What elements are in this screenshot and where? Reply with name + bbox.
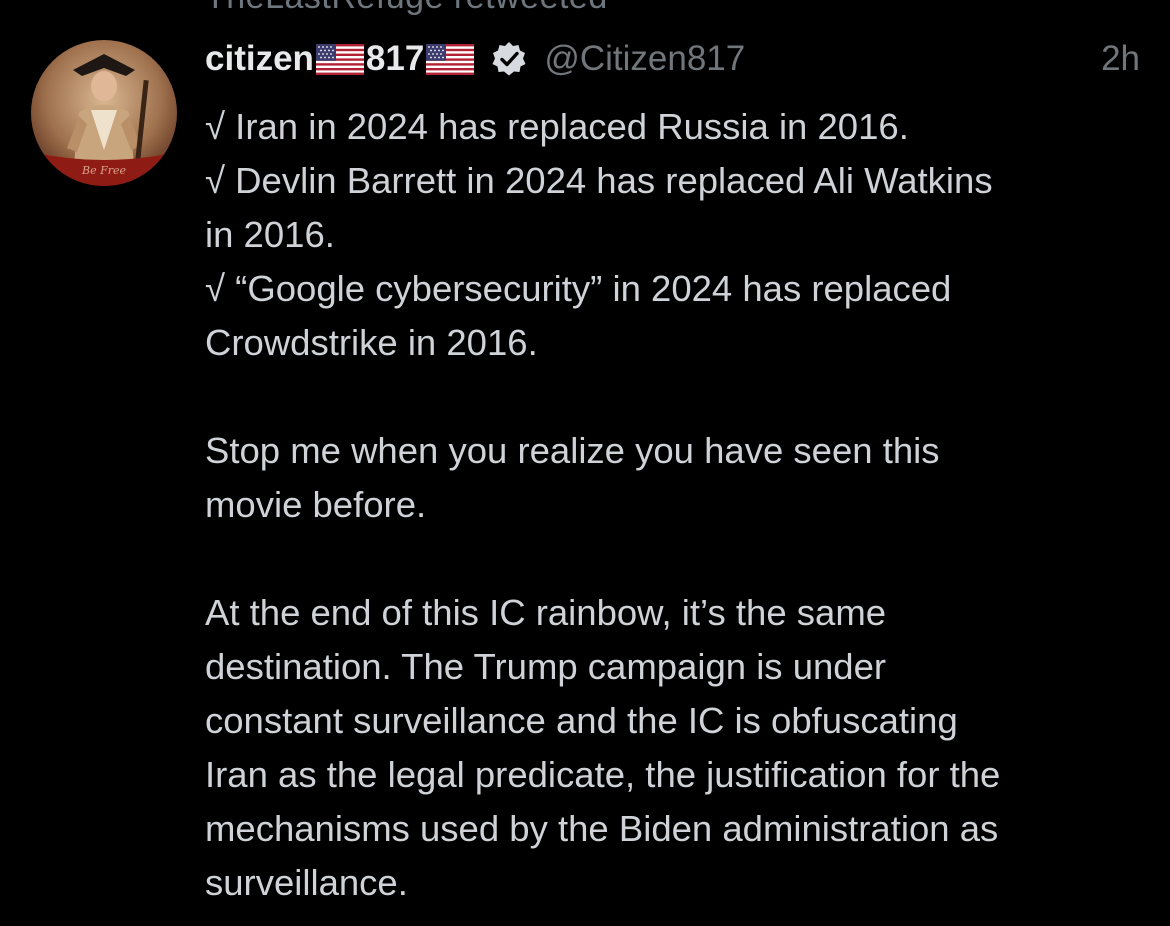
display-name-text: citizen [205, 39, 314, 78]
tweet-text-line: mechanisms used by the Biden administrat… [205, 808, 999, 849]
tweet-text-line: surveillance. [205, 862, 408, 903]
revolutionary-soldier-avatar-icon: Be Free [31, 40, 177, 186]
tweet-text-line: √ Iran in 2024 has replaced Russia in 20… [205, 106, 909, 147]
tweet-text-line: √ Devlin Barrett in 2024 has replaced Al… [205, 160, 993, 201]
tweet-text-line: Iran as the legal predicate, the justifi… [205, 754, 1001, 795]
display-name[interactable]: citizen 817 [205, 39, 476, 79]
tweet-text-line: Crowdstrike in 2016. [205, 322, 538, 363]
tweet-text-line: √ “Google cybersecurity” in 2024 has rep… [205, 268, 952, 309]
svg-text:Be Free: Be Free [81, 164, 126, 177]
tweet-text-line: destination. The Trump campaign is under [205, 646, 887, 687]
tweet-text-line: Stop me when you realize you have seen t… [205, 430, 940, 471]
tweet-text-line: in 2016. [205, 214, 335, 255]
tweet-timestamp[interactable]: 2h [1101, 39, 1140, 79]
tweet-text-line: constant surveillance and the IC is obfu… [205, 700, 958, 741]
us-flag-icon [426, 43, 475, 75]
tweet-text-line: At the end of this IC rainbow, it’s the … [205, 592, 887, 633]
tweet-text-line: movie before. [205, 484, 427, 525]
us-flag-icon [315, 43, 364, 75]
display-name-number: 817 [365, 39, 425, 78]
tweet-body: √ Iran in 2024 has replaced Russia in 20… [205, 100, 1155, 910]
author-handle[interactable]: @Citizen817 [544, 39, 745, 79]
tweet-header: citizen 817 @Citizen817 2h [205, 34, 1140, 84]
avatar[interactable]: Be Free [31, 40, 177, 186]
verified-badge-icon [490, 40, 528, 78]
retweet-context: TheLastRefuge retweeted [205, 0, 608, 17]
